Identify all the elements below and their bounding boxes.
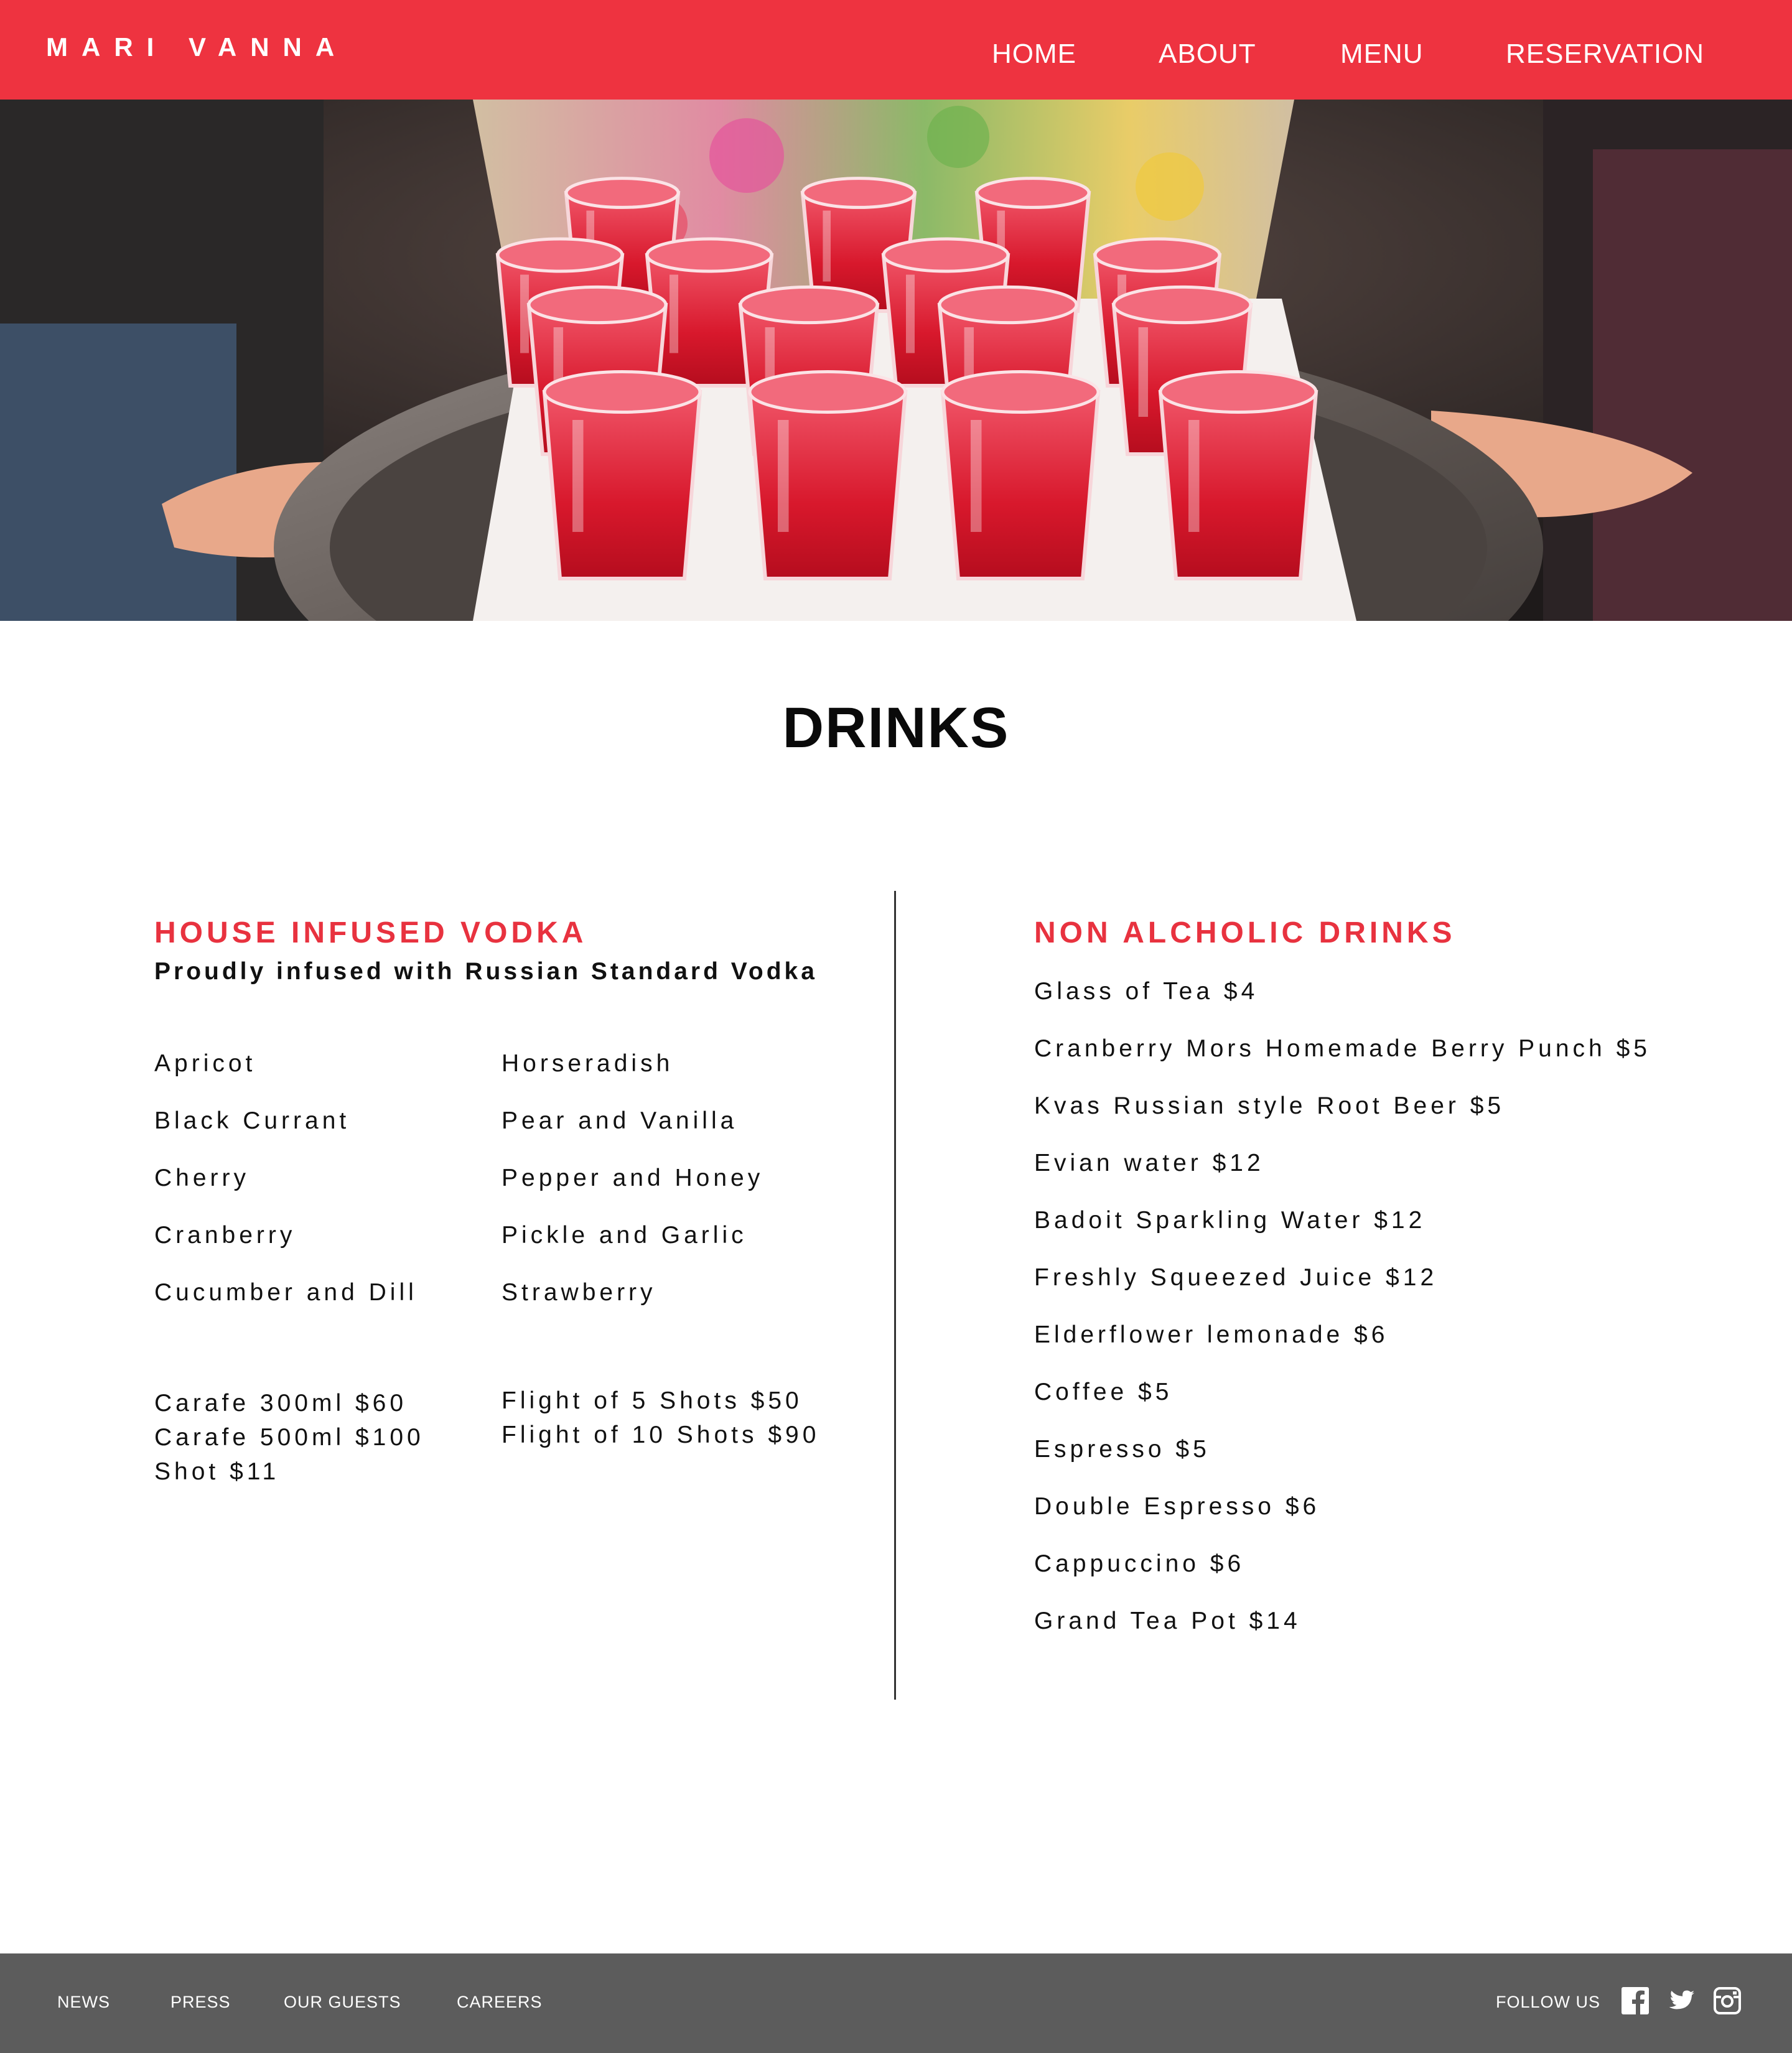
list-item: Grand Tea Pot $14 bbox=[1034, 1608, 1301, 1634]
list-item: Espresso $5 bbox=[1034, 1436, 1210, 1463]
list-item: Cherry bbox=[154, 1165, 250, 1191]
page-title: DRINKS bbox=[782, 696, 1010, 760]
footer-careers-link[interactable]: CAREERS bbox=[457, 1993, 543, 2012]
list-item: Coffee $5 bbox=[1034, 1379, 1173, 1405]
facebook-icon[interactable] bbox=[1622, 1987, 1649, 2014]
list-item: Apricot bbox=[154, 1050, 256, 1077]
instagram-icon[interactable] bbox=[1714, 1987, 1741, 2014]
non-alcoholic-list: Glass of Tea $4 Cranberry Mors Homemade … bbox=[1034, 963, 1651, 1650]
list-item: Black Currant bbox=[154, 1107, 350, 1134]
list-item: Pepper and Honey bbox=[502, 1165, 764, 1191]
list-item: Pickle and Garlic bbox=[502, 1222, 747, 1249]
nav-menu[interactable]: MENU bbox=[1340, 39, 1424, 70]
footer-press-link[interactable]: PRESS bbox=[170, 1993, 231, 2012]
vodka-subheading: Proudly infused with Russian Standard Vo… bbox=[154, 958, 818, 985]
list-item: Freshly Squeezed Juice $12 bbox=[1034, 1264, 1438, 1291]
price-item: Carafe 300ml $60 bbox=[154, 1390, 408, 1417]
list-item: Elderflower lemonade $6 bbox=[1034, 1321, 1389, 1348]
list-item: Strawberry bbox=[502, 1279, 656, 1306]
vodka-flavors-left: Apricot Black Currant Cherry Cranberry C… bbox=[154, 1035, 418, 1321]
vodka-prices-left: Carafe 300ml $60 Carafe 500ml $100 Shot … bbox=[154, 1386, 424, 1489]
column-divider bbox=[894, 891, 896, 1700]
price-item: Flight of 5 Shots $50 bbox=[502, 1387, 803, 1414]
list-item: Evian water $12 bbox=[1034, 1150, 1264, 1176]
list-item: Pear and Vanilla bbox=[502, 1107, 738, 1134]
list-item: Cappuccino $6 bbox=[1034, 1550, 1245, 1577]
site-header: MARI VANNA HOME ABOUT MENU RESERVATION bbox=[0, 0, 1792, 100]
hero-image bbox=[0, 100, 1792, 621]
price-item: Shot $11 bbox=[154, 1458, 280, 1485]
vodka-prices-right: Flight of 5 Shots $50 Flight of 10 Shots… bbox=[502, 1384, 819, 1452]
nav-home[interactable]: HOME bbox=[992, 39, 1076, 70]
price-item: Carafe 500ml $100 bbox=[154, 1424, 424, 1451]
vodka-heading: HOUSE INFUSED VODKA bbox=[154, 916, 587, 949]
list-item: Badoit Sparkling Water $12 bbox=[1034, 1207, 1426, 1234]
list-item: Kvas Russian style Root Beer $5 bbox=[1034, 1092, 1505, 1119]
follow-us-label: FOLLOW US bbox=[1496, 1993, 1601, 2011]
non-alcoholic-heading: NON ALCHOLIC DRINKS bbox=[1034, 916, 1456, 949]
nav-reservation[interactable]: RESERVATION bbox=[1506, 39, 1704, 70]
list-item: Cranberry Mors Homemade Berry Punch $5 bbox=[1034, 1035, 1651, 1062]
site-footer: NEWS PRESS OUR GUESTS CAREERS FOLLOW US bbox=[0, 1953, 1792, 2053]
nav-about[interactable]: ABOUT bbox=[1159, 39, 1256, 70]
footer-news-link[interactable]: NEWS bbox=[57, 1993, 110, 2012]
list-item: Horseradish bbox=[502, 1050, 674, 1077]
site-logo[interactable]: MARI VANNA bbox=[46, 32, 348, 62]
footer-our-guests-link[interactable]: OUR GUESTS bbox=[284, 1993, 401, 2012]
price-item: Flight of 10 Shots $90 bbox=[502, 1422, 820, 1448]
list-item: Cucumber and Dill bbox=[154, 1279, 418, 1306]
vodka-flavors-right: Horseradish Pear and Vanilla Pepper and … bbox=[502, 1035, 763, 1321]
list-item: Double Espresso $6 bbox=[1034, 1493, 1320, 1520]
list-item: Cranberry bbox=[154, 1222, 296, 1249]
list-item: Glass of Tea $4 bbox=[1034, 978, 1259, 1005]
twitter-icon[interactable] bbox=[1668, 1987, 1695, 2014]
